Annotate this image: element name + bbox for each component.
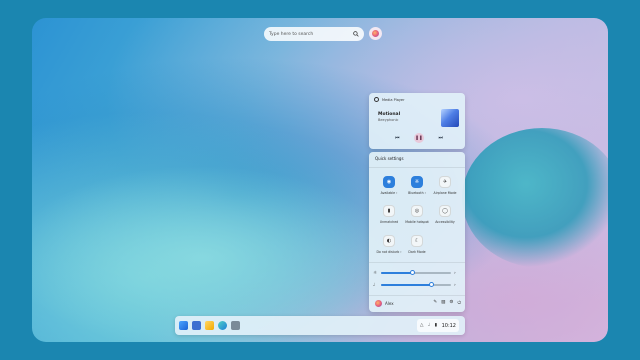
tile-label: Unmatched xyxy=(379,220,399,224)
skip-next-icon[interactable]: ⏭ xyxy=(438,133,443,143)
start-icon[interactable] xyxy=(179,321,188,330)
battery-icon: ▮ xyxy=(434,323,438,328)
wifi-icon: ◉ xyxy=(383,176,395,188)
volume-slider-thumb[interactable] xyxy=(428,282,434,288)
chevron-right-icon[interactable]: › xyxy=(425,191,426,195)
file-explorer-icon[interactable] xyxy=(205,321,214,330)
accessibility-icon: ◯ xyxy=(439,205,451,217)
brightness-slider-thumb[interactable] xyxy=(410,270,415,276)
volume-slider[interactable] xyxy=(381,282,451,288)
tile-airplane-mode[interactable]: ✈ Airplane Mode xyxy=(431,176,459,195)
brightness-icon: ☼ xyxy=(373,270,378,276)
search-placeholder: Type here to search xyxy=(269,31,314,37)
avatar[interactable] xyxy=(375,300,382,307)
edit-icon[interactable]: ✎ xyxy=(433,300,437,306)
tile-bluetooth[interactable]: ※ Bluetooth › xyxy=(403,176,431,195)
tile-label: Bluetooth xyxy=(408,191,424,195)
tile-label: Accessibility xyxy=(435,220,455,224)
battery-saver-icon: ▮ xyxy=(383,205,395,217)
brightness-slider-row: ☼ › xyxy=(373,269,461,277)
dark-mode-icon: ☾ xyxy=(411,235,423,247)
divider xyxy=(369,262,465,263)
taskbar: △ ♩ ▮ 10:12 xyxy=(175,316,465,335)
chevron-right-icon[interactable]: › xyxy=(400,250,401,254)
quick-settings-footer: Alex ✎ ▧ ⚙ ⏻ xyxy=(369,295,465,312)
song-title: Motional xyxy=(378,112,401,117)
brightness-slider[interactable] xyxy=(381,270,451,276)
tile-label: Do not disturb xyxy=(376,250,400,254)
volume-icon: ♩ xyxy=(427,323,431,328)
wifi-icon: △ xyxy=(420,323,424,328)
brightness-slider-fill xyxy=(381,272,413,274)
song-artist: Beeyphonic xyxy=(378,118,399,122)
battery-icon[interactable]: ▧ xyxy=(441,300,445,306)
chevron-right-icon[interactable]: › xyxy=(396,191,397,195)
divider xyxy=(369,167,465,168)
pause-icon[interactable]: ❚❚ xyxy=(414,133,424,143)
user-avatar-button[interactable] xyxy=(369,27,382,40)
user-name: Alex xyxy=(385,301,394,306)
volume-output-icon[interactable]: › xyxy=(454,283,456,288)
tile-wifi[interactable]: ◉ Available › xyxy=(375,176,403,195)
wallpaper-fabric xyxy=(32,158,412,342)
search-bar[interactable]: Type here to search xyxy=(264,27,364,41)
clock: 10:12 xyxy=(441,322,456,329)
do-not-disturb-icon: ◐ xyxy=(383,235,395,247)
skip-previous-icon[interactable]: ⏮ xyxy=(395,133,400,143)
airplane-icon: ✈ xyxy=(439,176,451,188)
tile-label: Dark Mode xyxy=(408,250,426,254)
desktop-wallpaper xyxy=(32,18,608,342)
hotspot-icon: ◎ xyxy=(411,205,423,217)
quick-settings-title: Quick settings xyxy=(375,156,404,161)
avatar xyxy=(372,30,379,37)
volume-slider-fill xyxy=(381,284,432,286)
browser-icon[interactable] xyxy=(218,321,227,330)
quick-settings-panel: Quick settings ◉ Available › ※ Bluetooth… xyxy=(369,152,465,312)
media-player-app-icon xyxy=(374,97,379,102)
wallpaper-wave xyxy=(462,128,608,268)
media-player-card: Media Player Motional Beeyphonic ⏮ ❚❚ ⏭ xyxy=(369,93,465,149)
power-icon[interactable]: ⏻ xyxy=(457,300,461,306)
tile-mobile-hotspot[interactable]: ◎ Mobile hotspot xyxy=(403,205,431,224)
tile-accessibility[interactable]: ◯ Accessibility xyxy=(431,205,459,224)
search-icon xyxy=(353,31,359,37)
brightness-settings-icon[interactable]: › xyxy=(454,271,456,276)
volume-icon: ♩ xyxy=(373,282,376,288)
settings-icon[interactable] xyxy=(231,321,240,330)
volume-slider-row: ♩ › xyxy=(373,281,461,289)
media-player-app-name: Media Player xyxy=(382,97,405,102)
bluetooth-icon: ※ xyxy=(411,176,423,188)
system-tray[interactable]: △ ♩ ▮ 10:12 xyxy=(417,319,459,332)
tile-battery-saver[interactable]: ▮ Unmatched xyxy=(375,205,403,224)
widgets-icon[interactable] xyxy=(192,321,201,330)
tile-do-not-disturb[interactable]: ◐ Do not disturb › xyxy=(375,235,403,254)
tile-label: Mobile hotspot xyxy=(405,220,429,224)
gear-icon[interactable]: ⚙ xyxy=(449,300,453,306)
sliders-group: ☼ › ♩ › xyxy=(373,266,461,292)
tile-label: Airplane Mode xyxy=(433,191,457,195)
album-art xyxy=(441,109,459,127)
tile-label: Available xyxy=(380,191,396,195)
tile-dark-mode[interactable]: ☾ Dark Mode xyxy=(403,235,431,254)
